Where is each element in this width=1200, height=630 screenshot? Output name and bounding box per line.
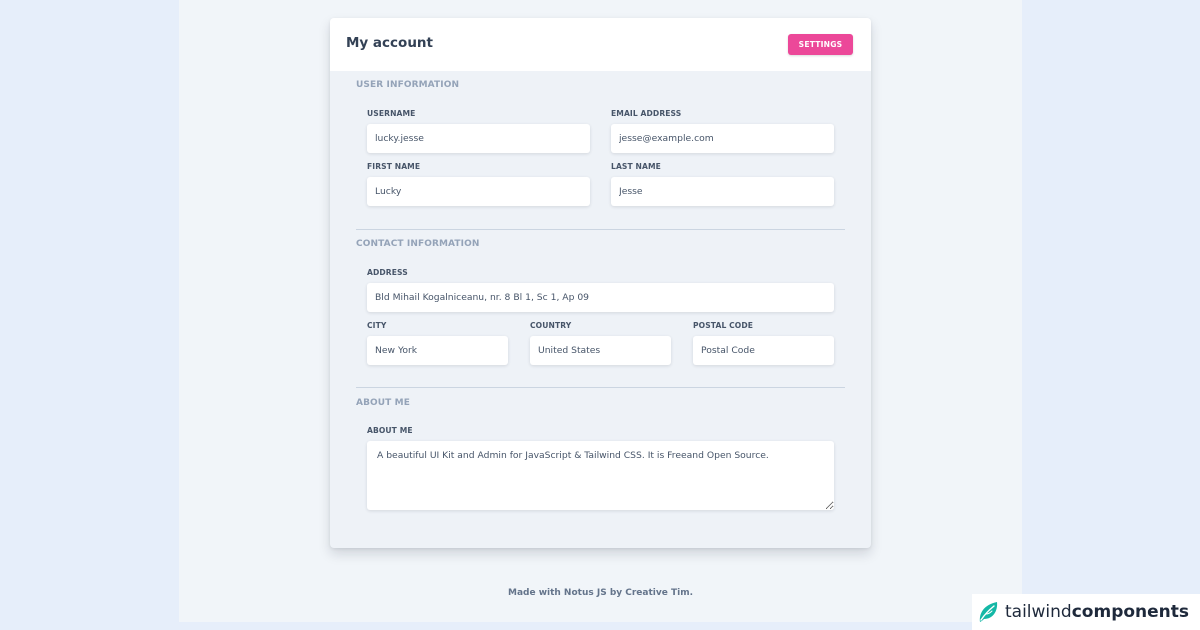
postal-code-label: POSTAL CODE	[693, 321, 754, 330]
about-me-textarea[interactable]: A beautiful UI Kit and Admin for JavaScr…	[367, 441, 834, 510]
section-title-user-information: USER INFORMATION	[356, 80, 460, 90]
country-label: COUNTRY	[530, 321, 572, 330]
about-me-label: ABOUT ME	[367, 426, 413, 435]
footer-credit: Made with Notus JS by Creative Tim.	[507, 588, 693, 598]
first-name-field[interactable]	[367, 177, 590, 206]
city-field[interactable]	[367, 336, 508, 365]
last-name-field[interactable]	[611, 177, 834, 206]
country-field[interactable]	[530, 336, 671, 365]
username-field[interactable]	[367, 124, 590, 153]
email-field[interactable]	[611, 124, 834, 153]
leaf-icon	[979, 602, 998, 622]
brand-wordmark-light: tailwind	[1005, 602, 1072, 622]
first-name-label: FIRST NAME	[367, 162, 421, 171]
city-label: CITY	[367, 321, 387, 330]
section-title-contact-information: CONTACT INFORMATION	[356, 239, 480, 249]
brand-watermark: tailwindcomponents	[972, 594, 1200, 630]
address-field[interactable]	[367, 283, 834, 312]
brand-wordmark: tailwindcomponents	[1005, 602, 1189, 622]
email-label: EMAIL ADDRESS	[611, 109, 682, 118]
username-label: USERNAME	[367, 109, 416, 118]
section-title-about-me: ABOUT ME	[356, 398, 410, 408]
brand-wordmark-bold: components	[1071, 602, 1190, 622]
page-title: My account	[346, 35, 433, 51]
postal-code-field[interactable]	[693, 336, 834, 365]
address-label: ADDRESS	[367, 268, 408, 277]
section-divider	[356, 229, 845, 230]
last-name-label: LAST NAME	[611, 162, 661, 171]
account-card: My account SETTINGS USER INFORMATION USE…	[330, 18, 871, 548]
settings-button[interactable]: SETTINGS	[788, 34, 853, 55]
section-divider	[356, 387, 845, 388]
card-header: My account SETTINGS	[330, 18, 871, 71]
